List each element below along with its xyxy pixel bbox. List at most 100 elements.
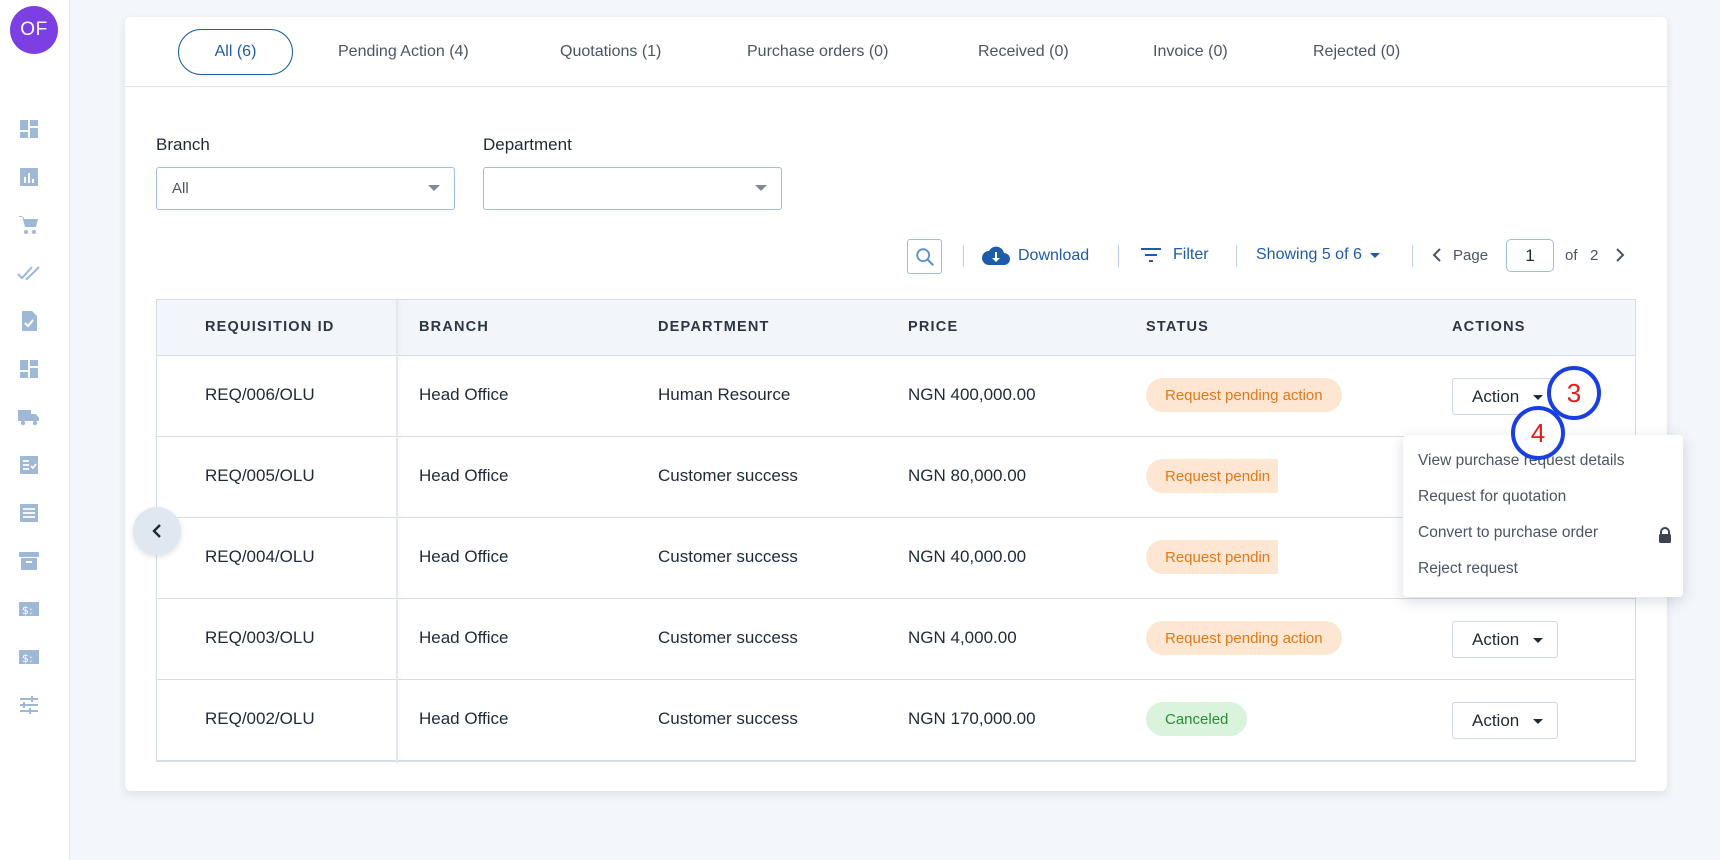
price-cell: NGN 170,000.00 xyxy=(908,709,1036,728)
svg-text:$:: $: xyxy=(22,604,33,617)
tab-rejected[interactable]: Rejected (0) xyxy=(1313,29,1400,75)
department-label: Department xyxy=(483,135,572,154)
lock-icon xyxy=(1659,527,1671,543)
caret-down-icon xyxy=(1533,638,1543,643)
chevron-right-icon xyxy=(1616,248,1625,262)
requisitions-card: All (6) Pending Action (4) Quotations (1… xyxy=(125,17,1683,791)
caret-down-icon xyxy=(1533,395,1543,400)
department-cell: Customer success xyxy=(658,628,798,647)
money-icon[interactable]: $: xyxy=(17,597,41,621)
list-icon[interactable] xyxy=(17,501,41,525)
prev-page-button[interactable] xyxy=(1431,247,1443,263)
step-marker: 4 xyxy=(1511,406,1565,460)
action-button-label: Action xyxy=(1472,629,1520,649)
column-header-requisition-id: REQUISITION ID xyxy=(205,319,335,335)
tab-received[interactable]: Received (0) xyxy=(978,29,1069,75)
menu-item-request-quotation[interactable]: Request for quotation xyxy=(1418,488,1566,506)
menu-item-reject-request[interactable]: Reject request xyxy=(1418,560,1518,578)
filter-icon xyxy=(1141,248,1161,262)
column-header-price: PRICE xyxy=(908,319,959,335)
of-label: of xyxy=(1565,247,1578,264)
price-cell: NGN 4,000.00 xyxy=(908,628,1017,647)
tab-invoice[interactable]: Invoice (0) xyxy=(1153,29,1228,75)
page-number-input[interactable]: 1 xyxy=(1506,239,1554,272)
tab-pending-action[interactable]: Pending Action (4) xyxy=(338,29,469,75)
download-button[interactable]: Download xyxy=(982,245,1089,267)
filter-button[interactable]: Filter xyxy=(1140,245,1209,265)
branch-cell: Head Office xyxy=(419,547,509,566)
requisition-id-cell: REQ/003/OLU xyxy=(205,628,315,647)
truck-icon[interactable] xyxy=(17,405,41,429)
branch-select-value: All xyxy=(172,180,189,197)
action-button-label: Action xyxy=(1472,710,1520,730)
branch-select[interactable]: All xyxy=(156,167,455,210)
table-row[interactable]: REQ/006/OLU Head Office Human Resource N… xyxy=(157,356,1635,437)
checklist-icon[interactable] xyxy=(17,453,41,477)
caret-down-icon xyxy=(1533,719,1543,724)
chevron-down-icon xyxy=(755,185,767,191)
action-button[interactable]: Action xyxy=(1452,621,1558,658)
requisition-id-cell: REQ/006/OLU xyxy=(205,385,315,404)
search-button[interactable] xyxy=(907,239,942,274)
tab-purchase-orders[interactable]: Purchase orders (0) xyxy=(747,29,888,75)
chevron-left-icon xyxy=(152,524,161,538)
branch-cell: Head Office xyxy=(419,709,509,728)
sliders-icon[interactable] xyxy=(17,693,41,717)
price-cell: NGN 40,000.00 xyxy=(908,547,1027,566)
money-icon[interactable]: $: xyxy=(17,645,41,669)
total-pages: 2 xyxy=(1590,247,1599,264)
page-label: Page xyxy=(1453,247,1489,264)
status-badge: Request pending action xyxy=(1146,621,1342,655)
status-badge: Request pendin xyxy=(1146,540,1278,574)
avatar[interactable]: OF xyxy=(10,6,58,54)
menu-item-convert-purchase-order[interactable]: Convert to purchase order xyxy=(1418,524,1598,542)
price-cell: NGN 80,000.00 xyxy=(908,466,1027,485)
collapse-sidebar-button[interactable] xyxy=(133,507,181,555)
price-cell: NGN 400,000.00 xyxy=(908,385,1036,404)
chart-icon[interactable] xyxy=(17,165,41,189)
download-label: Download xyxy=(1018,247,1090,264)
caret-down-icon xyxy=(1369,252,1380,258)
table-header: REQUISITION ID BRANCH DEPARTMENT PRICE S… xyxy=(157,300,1635,356)
branch-label: Branch xyxy=(156,135,210,154)
double-check-icon[interactable] xyxy=(17,261,41,285)
dashboard-icon[interactable] xyxy=(17,357,41,381)
toolbar-divider xyxy=(1412,245,1413,267)
column-header-branch: BRANCH xyxy=(419,319,490,335)
showing-dropdown[interactable]: Showing 5 of 6 xyxy=(1256,246,1380,264)
svg-text:$:: $: xyxy=(22,652,33,665)
department-cell: Human Resource xyxy=(658,385,791,404)
department-cell: Customer success xyxy=(658,547,798,566)
action-button-label: Action xyxy=(1472,386,1520,406)
requisition-id-cell: REQ/005/OLU xyxy=(205,466,315,485)
column-header-actions: ACTIONS xyxy=(1452,319,1526,335)
toolbar-divider xyxy=(963,245,964,267)
cart-icon[interactable] xyxy=(17,213,41,237)
status-badge: Request pendin xyxy=(1146,459,1278,493)
sidebar: OF $: $: xyxy=(0,0,70,860)
table-row[interactable]: REQ/002/OLU Head Office Customer success… xyxy=(157,680,1635,761)
branch-cell: Head Office xyxy=(419,385,509,404)
next-page-button[interactable] xyxy=(1614,247,1626,263)
column-divider xyxy=(396,300,398,763)
requisition-id-cell: REQ/004/OLU xyxy=(205,547,315,566)
department-cell: Customer success xyxy=(658,466,798,485)
tab-all[interactable]: All (6) xyxy=(178,29,293,75)
toolbar-divider xyxy=(1118,245,1119,267)
cloud-download-icon xyxy=(982,246,1010,265)
branch-cell: Head Office xyxy=(419,466,509,485)
action-button[interactable]: Action xyxy=(1452,702,1558,739)
status-badge: Request pending action xyxy=(1146,378,1342,412)
dashboard-icon[interactable] xyxy=(17,117,41,141)
document-check-icon[interactable] xyxy=(17,309,41,333)
tab-bar: All (6) Pending Action (4) Quotations (1… xyxy=(125,17,1667,87)
search-icon xyxy=(915,247,934,266)
department-select[interactable] xyxy=(483,167,782,210)
department-cell: Customer success xyxy=(658,709,798,728)
filter-label: Filter xyxy=(1173,246,1209,263)
archive-icon[interactable] xyxy=(17,549,41,573)
requisition-id-cell: REQ/002/OLU xyxy=(205,709,315,728)
tab-quotations[interactable]: Quotations (1) xyxy=(560,29,661,75)
table-row[interactable]: REQ/003/OLU Head Office Customer success… xyxy=(157,599,1635,680)
showing-label: Showing 5 of 6 xyxy=(1256,246,1362,263)
